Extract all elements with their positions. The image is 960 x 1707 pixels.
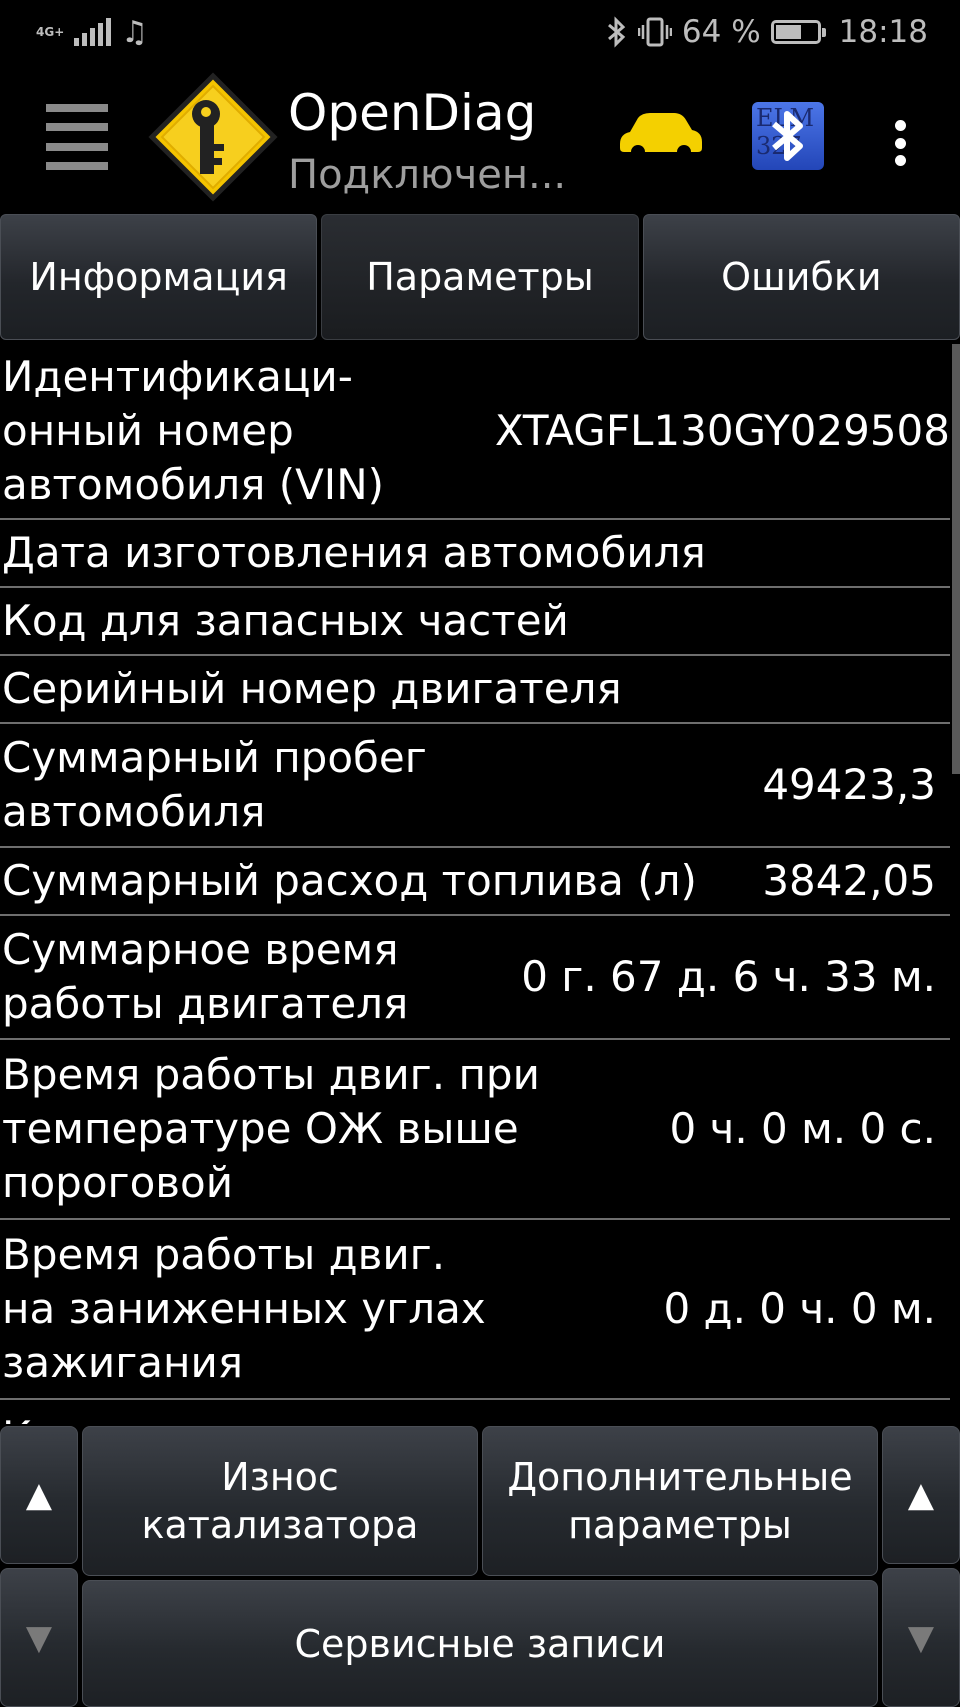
scrollbar[interactable] xyxy=(952,344,960,774)
status-bar: 4G+ ♫ 64 % 18:18 xyxy=(0,0,960,64)
clock: 18:18 xyxy=(838,14,928,50)
param-value: 3842,05 xyxy=(762,856,936,905)
param-label: Количество попыток пусков xyxy=(0,1410,936,1424)
list-item: Количество попыток пусков xyxy=(0,1400,950,1424)
car-icon[interactable] xyxy=(616,110,704,160)
app-logo-key-icon xyxy=(148,72,278,202)
param-value: 0 д. 0 ч. 0 м. xyxy=(663,1284,936,1333)
scroll-up-left-button[interactable]: ▲ xyxy=(0,1426,78,1564)
bottom-panel: ▲ Износ катализатора Дополнительные параме… xyxy=(0,1424,960,1707)
tab-bar: Информация Параметры Ошибки xyxy=(0,214,960,340)
param-label: Суммарный пробег автомобиля xyxy=(2,733,427,836)
connection-status: Подключен... xyxy=(288,152,567,198)
list-item: Время работы двиг. на заниженных углах заж… xyxy=(0,1220,950,1400)
param-label: Суммарное время работы двигателя xyxy=(2,925,409,1028)
tab-information[interactable]: Информация xyxy=(0,214,318,340)
param-label: Код для запасных частей xyxy=(2,596,569,645)
tab-parameters[interactable]: Параметры xyxy=(321,214,639,340)
list-item: Код для запасных частей xyxy=(0,588,950,656)
parameter-list[interactable]: Идентификаци-онный номер автомобиля (VIN)… xyxy=(0,344,950,1424)
app-bar: OpenDiag Подключен... ELM 327 xyxy=(0,64,960,212)
tab-errors[interactable]: Ошибки xyxy=(642,214,960,340)
param-value: 49423,3 xyxy=(762,760,936,809)
param-label: Серийный номер двигателя xyxy=(2,664,622,713)
menu-icon[interactable] xyxy=(46,104,108,170)
list-item: Суммарное время работы двигателя 0 г. 67 … xyxy=(0,916,950,1040)
list-item: Суммарный пробег автомобиля 49423,3 xyxy=(0,724,950,848)
list-item: Дата изготовления автомобиля xyxy=(0,520,950,588)
param-label: Время работы двиг. на заниженных углах заж… xyxy=(2,1230,486,1387)
battery-percent: 64 % xyxy=(681,14,761,50)
network-type: 4G+ xyxy=(36,25,65,39)
overflow-menu-icon[interactable] xyxy=(890,120,910,166)
bluetooth-status-icon xyxy=(607,16,626,48)
list-item: Суммарный расход топлива (л) 3842,05 xyxy=(0,848,950,916)
param-label: Дата изготовления автомобиля xyxy=(2,528,706,577)
scroll-down-right-button[interactable]: ▼ xyxy=(882,1568,960,1707)
list-item: Идентификаци-онный номер автомобиля (VIN)… xyxy=(0,344,950,520)
list-item: Серийный номер двигателя xyxy=(0,656,950,724)
param-label: Время работы двиг. при температуре ОЖ выш… xyxy=(2,1050,540,1207)
music-note-icon: ♫ xyxy=(121,14,149,50)
app-title: OpenDiag xyxy=(288,84,537,142)
extra-parameters-button[interactable]: Дополнительные параметры xyxy=(482,1426,878,1576)
param-label: Идентификаци-онный номер автомобиля (VIN) xyxy=(2,352,384,509)
catalyst-wear-button[interactable]: Износ катализатора xyxy=(82,1426,478,1576)
bluetooth-elm-icon[interactable]: ELM 327 xyxy=(752,102,824,170)
scroll-down-left-button[interactable]: ▼ xyxy=(0,1568,78,1707)
service-records-button[interactable]: Сервисные записи xyxy=(82,1580,878,1707)
param-value: 0 ч. 0 м. 0 с. xyxy=(669,1104,936,1153)
scroll-up-right-button[interactable]: ▲ xyxy=(882,1426,960,1564)
param-label: Суммарный расход топлива (л) xyxy=(2,856,697,905)
vibrate-icon xyxy=(637,17,672,47)
param-value: XTAGFL130GY029508 xyxy=(494,406,950,455)
battery-icon xyxy=(770,20,826,44)
list-item: Время работы двиг. при температуре ОЖ выш… xyxy=(0,1040,950,1220)
param-value: 0 г. 67 д. 6 ч. 33 м. xyxy=(521,952,936,1001)
signal-icon xyxy=(74,18,112,46)
